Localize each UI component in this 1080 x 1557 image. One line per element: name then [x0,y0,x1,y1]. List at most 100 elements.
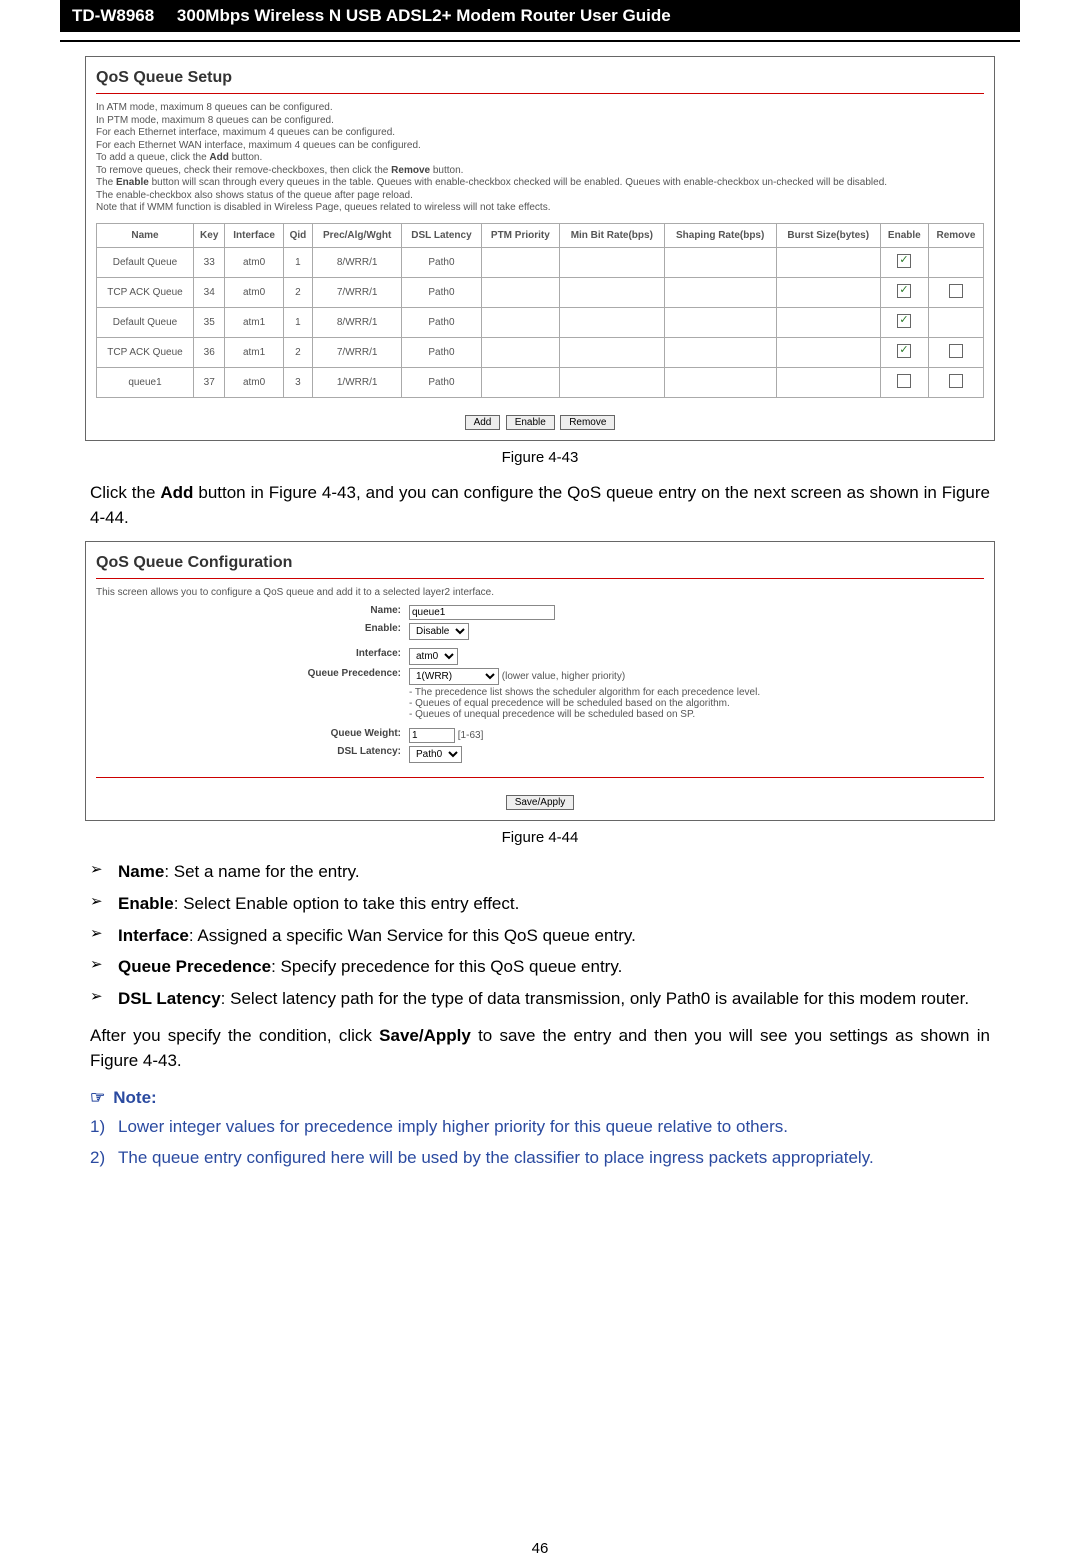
enable-checkbox[interactable] [897,314,911,328]
cell: atm1 [225,307,283,337]
label-enable: Enable: [96,623,409,634]
intro-line: To remove queues, check their remove-che… [96,165,984,178]
cell: Default Queue [97,307,194,337]
cell: 35 [194,307,225,337]
col-header: PTM Priority [481,223,559,247]
remove-checkbox[interactable] [949,344,963,358]
panel2-rule [96,578,984,579]
cell: 8/WRR/1 [313,247,402,277]
paragraph-2: After you specify the condition, click S… [90,1023,990,1074]
intro-line: Note that if WMM function is disabled in… [96,202,984,215]
cell: Path0 [402,307,482,337]
doc-header: TD-W8968 300Mbps Wireless N USB ADSL2+ M… [60,0,1020,32]
list-item: ➢Enable: Select Enable option to take th… [90,892,990,916]
remove-checkbox[interactable] [949,374,963,388]
cell: 33 [194,247,225,277]
qos-queue-config-panel: QoS Queue Configuration This screen allo… [85,541,995,822]
cell [776,307,880,337]
cell: 37 [194,367,225,397]
cell: Path0 [402,337,482,367]
latency-select[interactable]: Path0 [409,746,462,763]
cell [481,247,559,277]
panel2-title: QoS Queue Configuration [96,554,984,572]
intro-line: To add a queue, click the Add button. [96,152,984,165]
cell [776,277,880,307]
note-item: 2)The queue entry configured here will b… [90,1145,990,1171]
add-button[interactable]: Add [465,415,501,430]
intro-line: In PTM mode, maximum 8 queues can be con… [96,115,984,128]
cell: queue1 [97,367,194,397]
remove-checkbox[interactable] [949,284,963,298]
enable-checkbox[interactable] [897,254,911,268]
table-row: TCP ACK Queue36atm127/WRR/1Path0 [97,337,984,367]
panel1-buttons: Add Enable Remove [96,414,984,430]
arrow-icon: ➢ [90,892,118,916]
note-item: 1)Lower integer values for precedence im… [90,1114,990,1140]
panel1-rule [96,93,984,94]
panel1-title: QoS Queue Setup [96,69,984,87]
list-item: ➢Queue Precedence: Specify precedence fo… [90,955,990,979]
table-row: Default Queue35atm118/WRR/1Path0 [97,307,984,337]
save-apply-button[interactable]: Save/Apply [506,795,575,810]
arrow-icon: ➢ [90,924,118,948]
enable-checkbox[interactable] [897,374,911,388]
cell: TCP ACK Queue [97,277,194,307]
enable-select[interactable]: Disable [409,623,469,640]
cell [481,307,559,337]
paragraph-1: Click the Add button in Figure 4-43, and… [90,480,990,531]
intro-line: For each Ethernet interface, maximum 4 q… [96,127,984,140]
arrow-icon: ➢ [90,987,118,1011]
cell [481,277,559,307]
label-weight: Queue Weight: [96,728,409,739]
cell [664,247,776,277]
cell [664,277,776,307]
cell: 8/WRR/1 [313,307,402,337]
cell [776,337,880,367]
enable-checkbox[interactable] [897,284,911,298]
cell [559,337,664,367]
enable-checkbox[interactable] [897,344,911,358]
interface-select[interactable]: atm0 [409,648,458,665]
precedence-select[interactable]: 1(WRR) [409,668,499,685]
header-title: 300Mbps Wireless N USB ADSL2+ Modem Rout… [177,6,671,25]
cell [776,247,880,277]
cell: 7/WRR/1 [313,337,402,367]
col-header: Enable [880,223,928,247]
cell: 36 [194,337,225,367]
qos-queue-table: NameKeyInterfaceQidPrec/Alg/WghtDSL Late… [96,223,984,398]
weight-input[interactable] [409,728,455,743]
col-header: Interface [225,223,283,247]
intro-line: In ATM mode, maximum 8 queues can be con… [96,102,984,115]
weight-range: [1-63] [458,730,484,741]
precedence-note: - Queues of equal precedence will be sch… [409,698,760,709]
col-header: Prec/Alg/Wght [313,223,402,247]
precedence-note: - The precedence list shows the schedule… [409,687,760,698]
col-header: Name [97,223,194,247]
col-header: Qid [283,223,313,247]
arrow-icon: ➢ [90,860,118,884]
note-list: 1)Lower integer values for precedence im… [90,1114,990,1171]
cell: 2 [283,337,313,367]
cell: atm0 [225,277,283,307]
col-header: Min Bit Rate(bps) [559,223,664,247]
label-name: Name: [96,605,409,616]
cell [559,307,664,337]
col-header: Key [194,223,225,247]
cell [559,247,664,277]
name-input[interactable] [409,605,555,620]
precedence-hint: (lower value, higher priority) [502,671,625,682]
enable-button[interactable]: Enable [506,415,555,430]
cell: Default Queue [97,247,194,277]
remove-button[interactable]: Remove [560,415,615,430]
cell [559,367,664,397]
cell [776,367,880,397]
cell [664,307,776,337]
hand-icon: ☞ [90,1088,105,1107]
table-row: queue137atm031/WRR/1Path0 [97,367,984,397]
intro-line: The enable-checkbox also shows status of… [96,190,984,203]
cell: Path0 [402,247,482,277]
table-row: Default Queue33atm018/WRR/1Path0 [97,247,984,277]
label-latency: DSL Latency: [96,746,409,757]
cell: Path0 [402,277,482,307]
panel2-lead: This screen allows you to configure a Qo… [96,587,984,600]
